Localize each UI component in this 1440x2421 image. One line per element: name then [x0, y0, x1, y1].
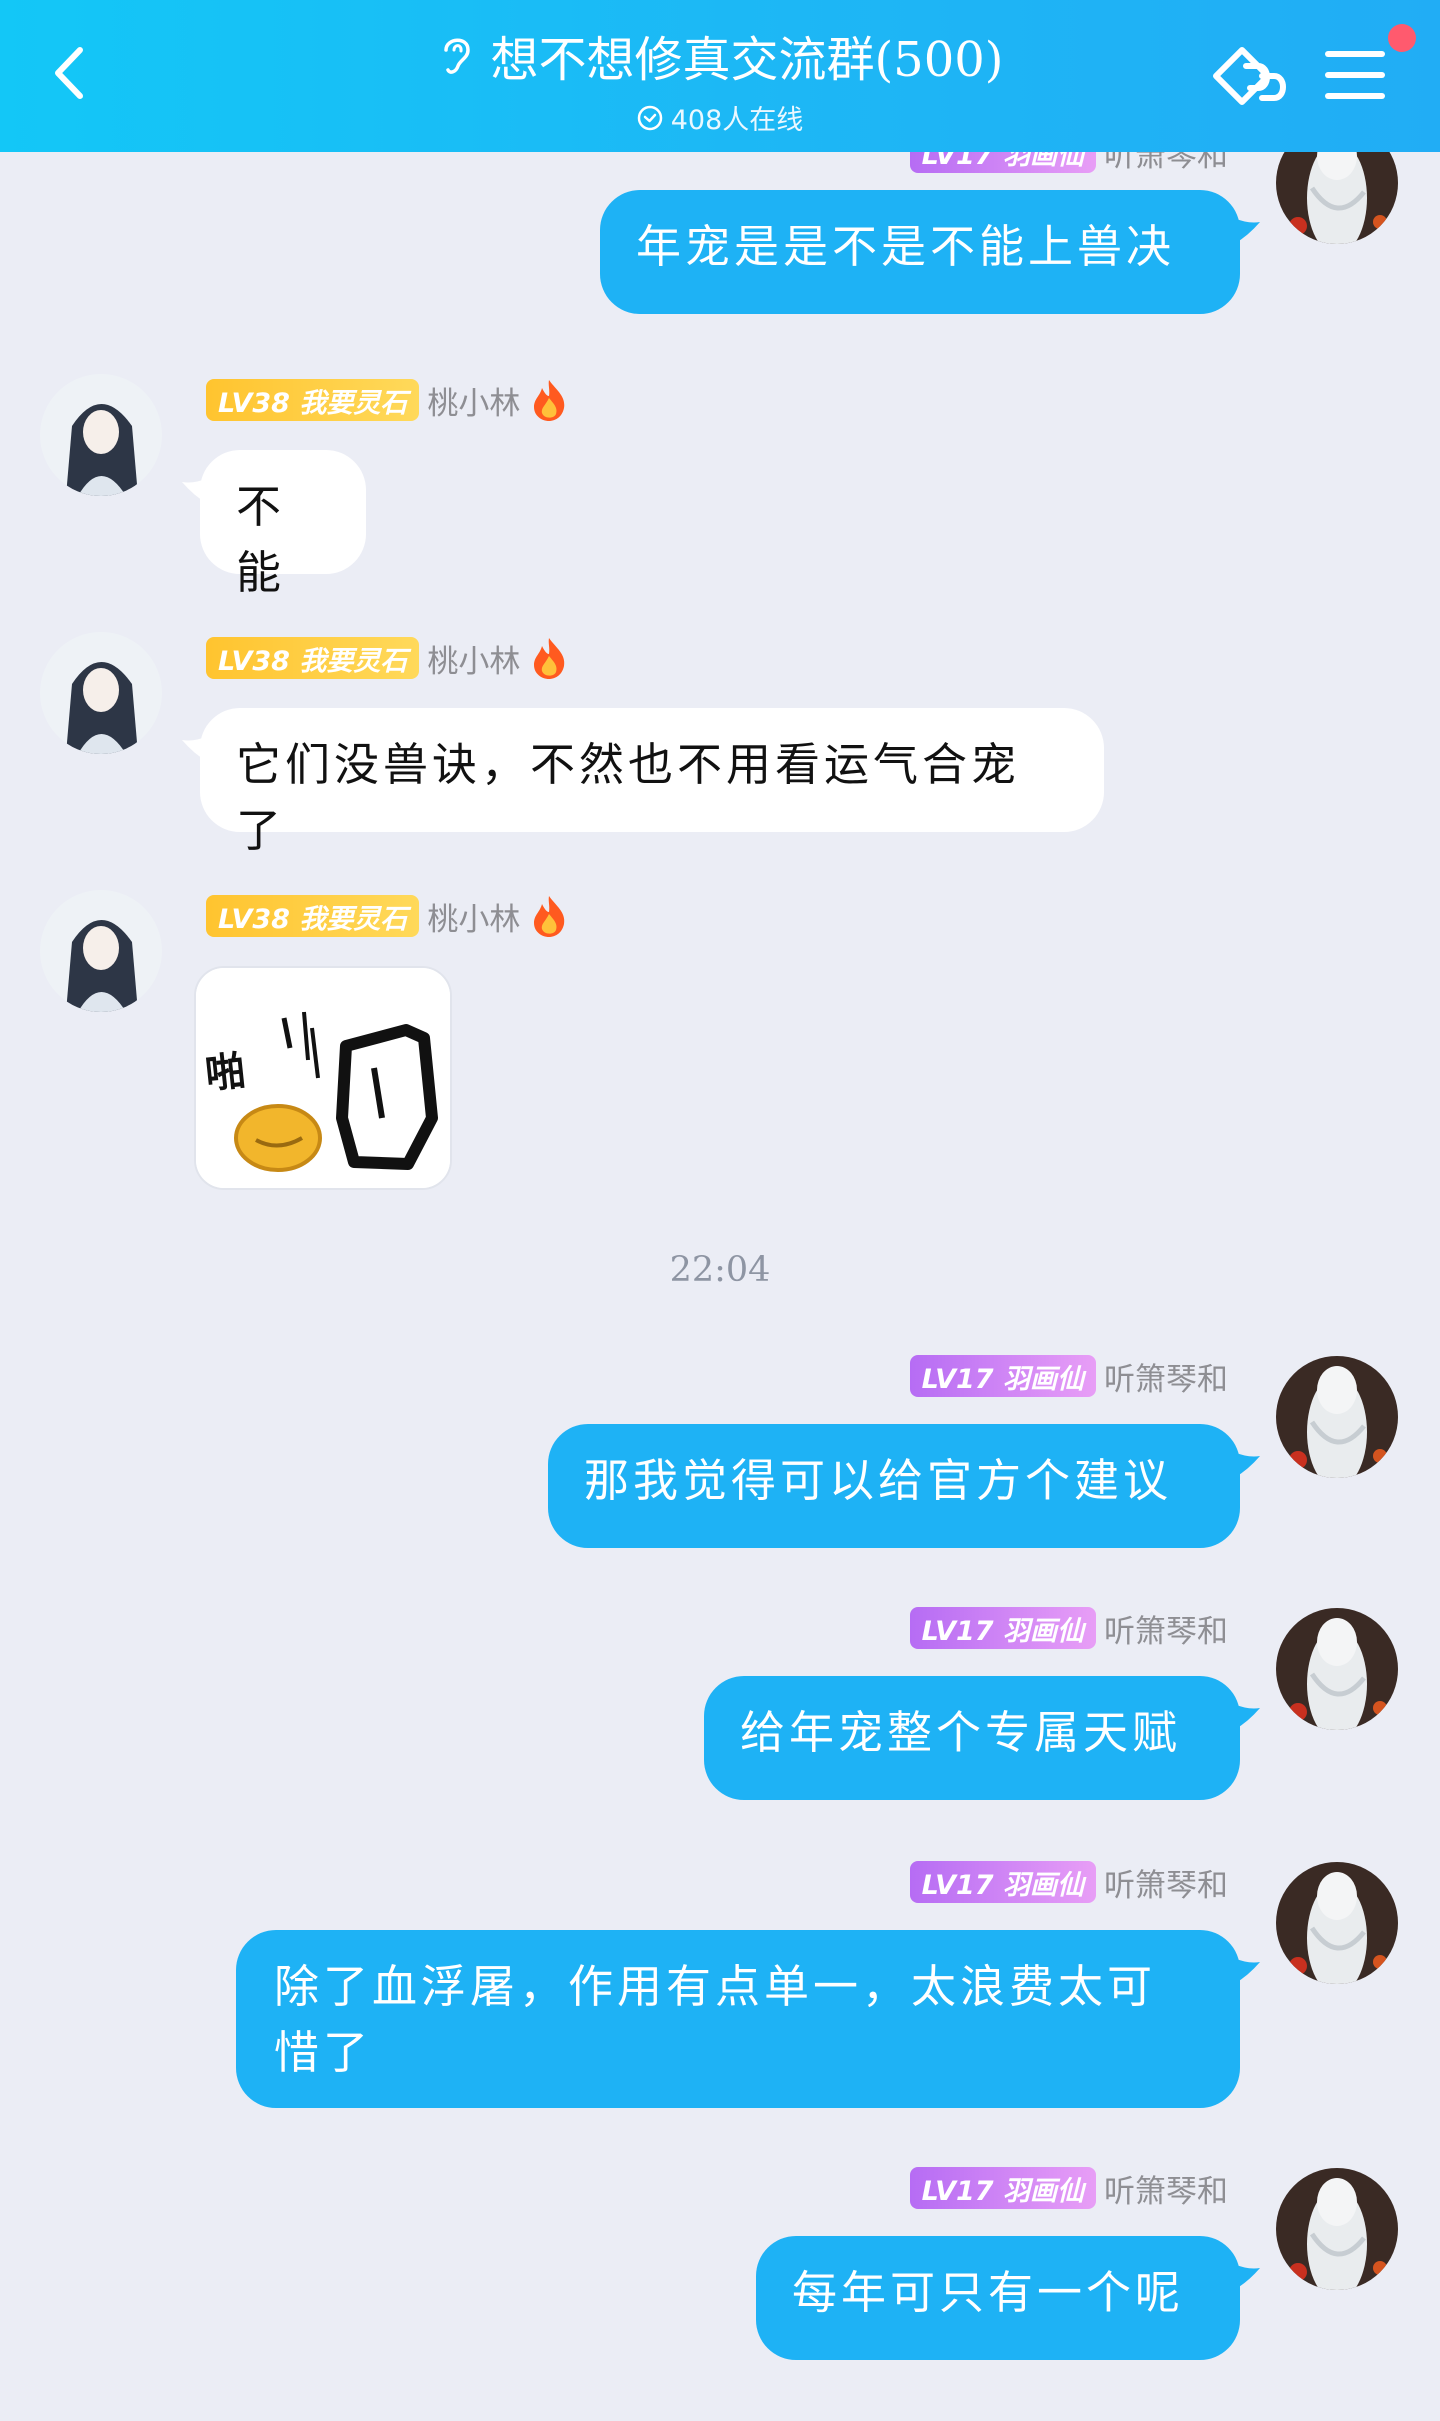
level-badge: LV38 我要灵石 — [206, 637, 420, 679]
message-bubble[interactable]: 年宠是是不是不能上兽决 — [600, 190, 1240, 314]
bubble-tail — [1234, 1452, 1260, 1478]
level-badge: LV17 羽画仙 — [909, 1861, 1096, 1903]
sender-name[interactable]: 桃小林 — [427, 636, 520, 681]
avatar[interactable] — [40, 890, 162, 1012]
page-title: 想不想修真交流群(500) — [490, 32, 1004, 88]
share-link-icon[interactable] — [1208, 36, 1294, 116]
avatar[interactable] — [1276, 1608, 1398, 1730]
avatar[interactable] — [1276, 2168, 1398, 2290]
message-text: 给年宠整个专属天赋 — [740, 1706, 1182, 1759]
message-text: 它们没兽诀，不然也不用看运气合宠了 — [236, 738, 1021, 857]
bubble-tail — [1234, 1704, 1260, 1730]
avatar-image — [1276, 1862, 1398, 1984]
top-bar: 想不想修真交流群(500) 408人在线 — [0, 0, 1440, 152]
avatar-image — [40, 374, 162, 496]
bubble-tail — [1234, 2264, 1260, 2290]
message-bubble[interactable]: 除了血浮屠，作用有点单一，太浪费太可惜了 — [236, 1930, 1240, 2108]
sender-line: LV38 我要灵石 桃小林 — [206, 378, 570, 422]
level-badge: LV38 我要灵石 — [206, 895, 420, 937]
fire-icon — [534, 896, 565, 937]
bubble-tail — [1234, 1958, 1260, 1984]
sticker-image[interactable]: 啪 — [194, 966, 452, 1190]
sender-name[interactable]: 听箫琴和 — [1104, 1606, 1228, 1651]
sender-line: LV17 羽画仙 听箫琴和 — [909, 1606, 1228, 1651]
level-badge: LV17 羽画仙 — [909, 1355, 1096, 1397]
message-bubble[interactable]: 给年宠整个专属天赋 — [704, 1676, 1240, 1800]
sender-line: LV17 羽画仙 听箫琴和 — [909, 1354, 1228, 1399]
avatar[interactable] — [1276, 1356, 1398, 1478]
level-badge: LV17 羽画仙 — [909, 2167, 1096, 2209]
chat-screen: 想不想修真交流群(500) 408人在线 LV17 羽画仙 听箫琴和 年宠是是不… — [0, 0, 1440, 2421]
avatar[interactable] — [40, 632, 162, 754]
sender-name[interactable]: 听箫琴和 — [1104, 1354, 1228, 1399]
avatar-image — [1276, 1608, 1398, 1730]
sender-line: LV38 我要灵石 桃小林 — [206, 894, 570, 938]
message-bubble[interactable]: 它们没兽诀，不然也不用看运气合宠了 — [200, 708, 1104, 857]
level-badge: LV38 我要灵石 — [206, 379, 420, 421]
message-bubble[interactable]: 不能 — [200, 450, 366, 599]
timestamp: 22:04 — [669, 1250, 771, 1290]
sender-line: LV17 羽画仙 听箫琴和 — [909, 2166, 1228, 2211]
notification-dot — [1388, 24, 1416, 52]
avatar-image — [1276, 1356, 1398, 1478]
sender-line: LV38 我要灵石 桃小林 — [206, 636, 570, 680]
fire-icon — [534, 380, 565, 421]
sender-line: LV17 羽画仙 听箫琴和 — [909, 1860, 1228, 1905]
sender-name[interactable]: 桃小林 — [427, 378, 520, 423]
fire-icon — [534, 638, 565, 679]
sender-name[interactable]: 听箫琴和 — [1104, 2166, 1228, 2211]
sticker-drawing: 啪 — [196, 968, 450, 1188]
avatar[interactable] — [40, 374, 162, 496]
sticker-text: 啪 — [203, 1048, 248, 1098]
message-text: 那我觉得可以给官方个建议 — [584, 1454, 1173, 1507]
sender-name[interactable]: 听箫琴和 — [1104, 1860, 1228, 1905]
bubble-tail — [182, 736, 208, 762]
online-check-icon — [637, 105, 662, 130]
avatar-image — [40, 632, 162, 754]
bubble-tail — [1234, 218, 1260, 244]
ear-icon — [444, 38, 471, 74]
message-bubble[interactable]: 每年可只有一个呢 — [756, 2236, 1240, 2360]
message-text: 年宠是是不是不能上兽决 — [636, 220, 1176, 273]
avatar[interactable] — [1276, 1862, 1398, 1984]
avatar-image — [1276, 2168, 1398, 2290]
message-text: 除了血浮屠，作用有点单一，太浪费太可惜了 — [274, 1960, 1157, 2079]
bubble-tail — [182, 478, 208, 504]
message-text: 不能 — [236, 480, 286, 599]
menu-icon[interactable] — [1320, 40, 1390, 110]
message-text: 每年可只有一个呢 — [792, 2266, 1185, 2319]
message-bubble[interactable]: 那我觉得可以给官方个建议 — [548, 1424, 1240, 1548]
sender-name[interactable]: 桃小林 — [427, 894, 520, 939]
online-count: 408人在线 — [670, 105, 804, 136]
avatar-image — [40, 890, 162, 1012]
level-badge: LV17 羽画仙 — [909, 1607, 1096, 1649]
